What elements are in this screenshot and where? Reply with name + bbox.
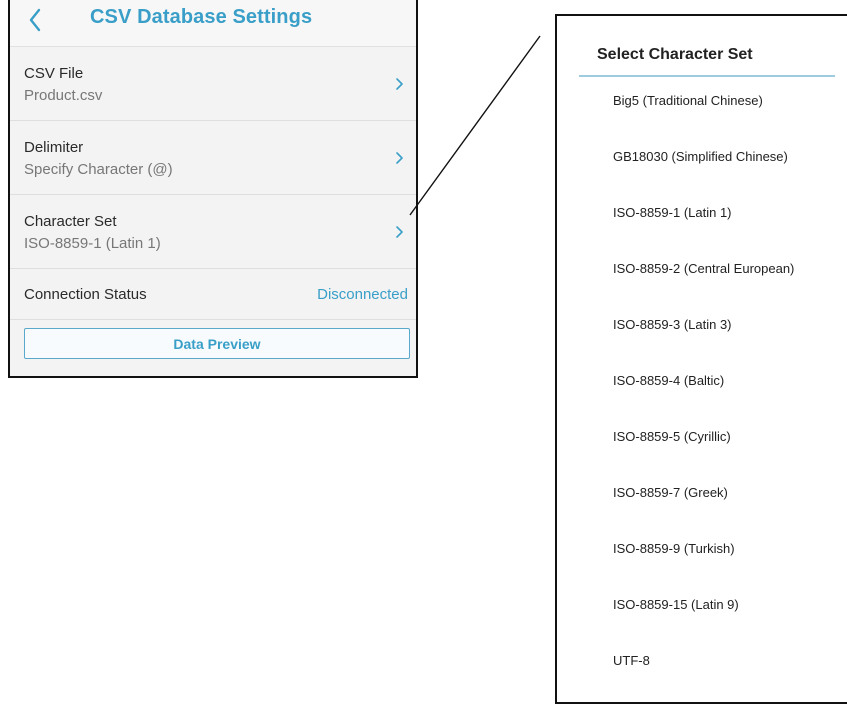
connection-status-value: Disconnected — [317, 286, 408, 303]
setting-value: Product.csv — [24, 87, 103, 104]
chevron-right-icon — [396, 152, 403, 164]
character-set-option[interactable]: Big5 (Traditional Chinese) — [613, 93, 763, 108]
character-set-option[interactable]: ISO-8859-1 (Latin 1) — [613, 205, 732, 220]
chevron-right-icon — [396, 78, 403, 90]
character-set-picker: Select Character Set Big5 (Traditional C… — [555, 14, 847, 704]
page-title: CSV Database Settings — [90, 6, 313, 28]
picker-title-divider — [579, 75, 835, 77]
setting-row-character-set[interactable]: Character Set ISO-8859-1 (Latin 1) — [10, 195, 416, 269]
data-preview-button[interactable]: Data Preview — [24, 328, 410, 359]
csv-settings-screen: CSV Database Settings CSV File Product.c… — [8, 0, 418, 378]
character-set-option[interactable]: ISO-8859-4 (Baltic) — [613, 373, 724, 388]
character-set-option[interactable]: ISO-8859-9 (Turkish) — [613, 541, 735, 556]
connection-status-label: Connection Status — [24, 286, 147, 303]
picker-title: Select Character Set — [597, 46, 753, 63]
setting-value: Specify Character (@) — [24, 161, 173, 178]
setting-value: ISO-8859-1 (Latin 1) — [24, 235, 161, 252]
setting-row-delimiter[interactable]: Delimiter Specify Character (@) — [10, 121, 416, 195]
character-set-option[interactable]: ISO-8859-7 (Greek) — [613, 485, 728, 500]
setting-label: CSV File — [24, 65, 84, 82]
setting-row-csv-file[interactable]: CSV File Product.csv — [10, 47, 416, 121]
setting-label: Delimiter — [24, 139, 84, 156]
character-set-option[interactable]: GB18030 (Simplified Chinese) — [613, 149, 788, 164]
back-arrow-icon[interactable] — [24, 6, 48, 34]
top-bar: CSV Database Settings — [10, 0, 416, 47]
connection-status-row: Connection Status Disconnected — [10, 269, 416, 320]
chevron-right-icon — [396, 226, 403, 238]
character-set-option[interactable]: ISO-8859-15 (Latin 9) — [613, 597, 739, 612]
character-set-option[interactable]: ISO-8859-2 (Central European) — [613, 261, 794, 276]
setting-label: Character Set — [24, 213, 117, 230]
character-set-option[interactable]: ISO-8859-3 (Latin 3) — [613, 317, 732, 332]
character-set-option[interactable]: ISO-8859-5 (Cyrillic) — [613, 429, 731, 444]
character-set-option[interactable]: UTF-8 — [613, 653, 650, 668]
